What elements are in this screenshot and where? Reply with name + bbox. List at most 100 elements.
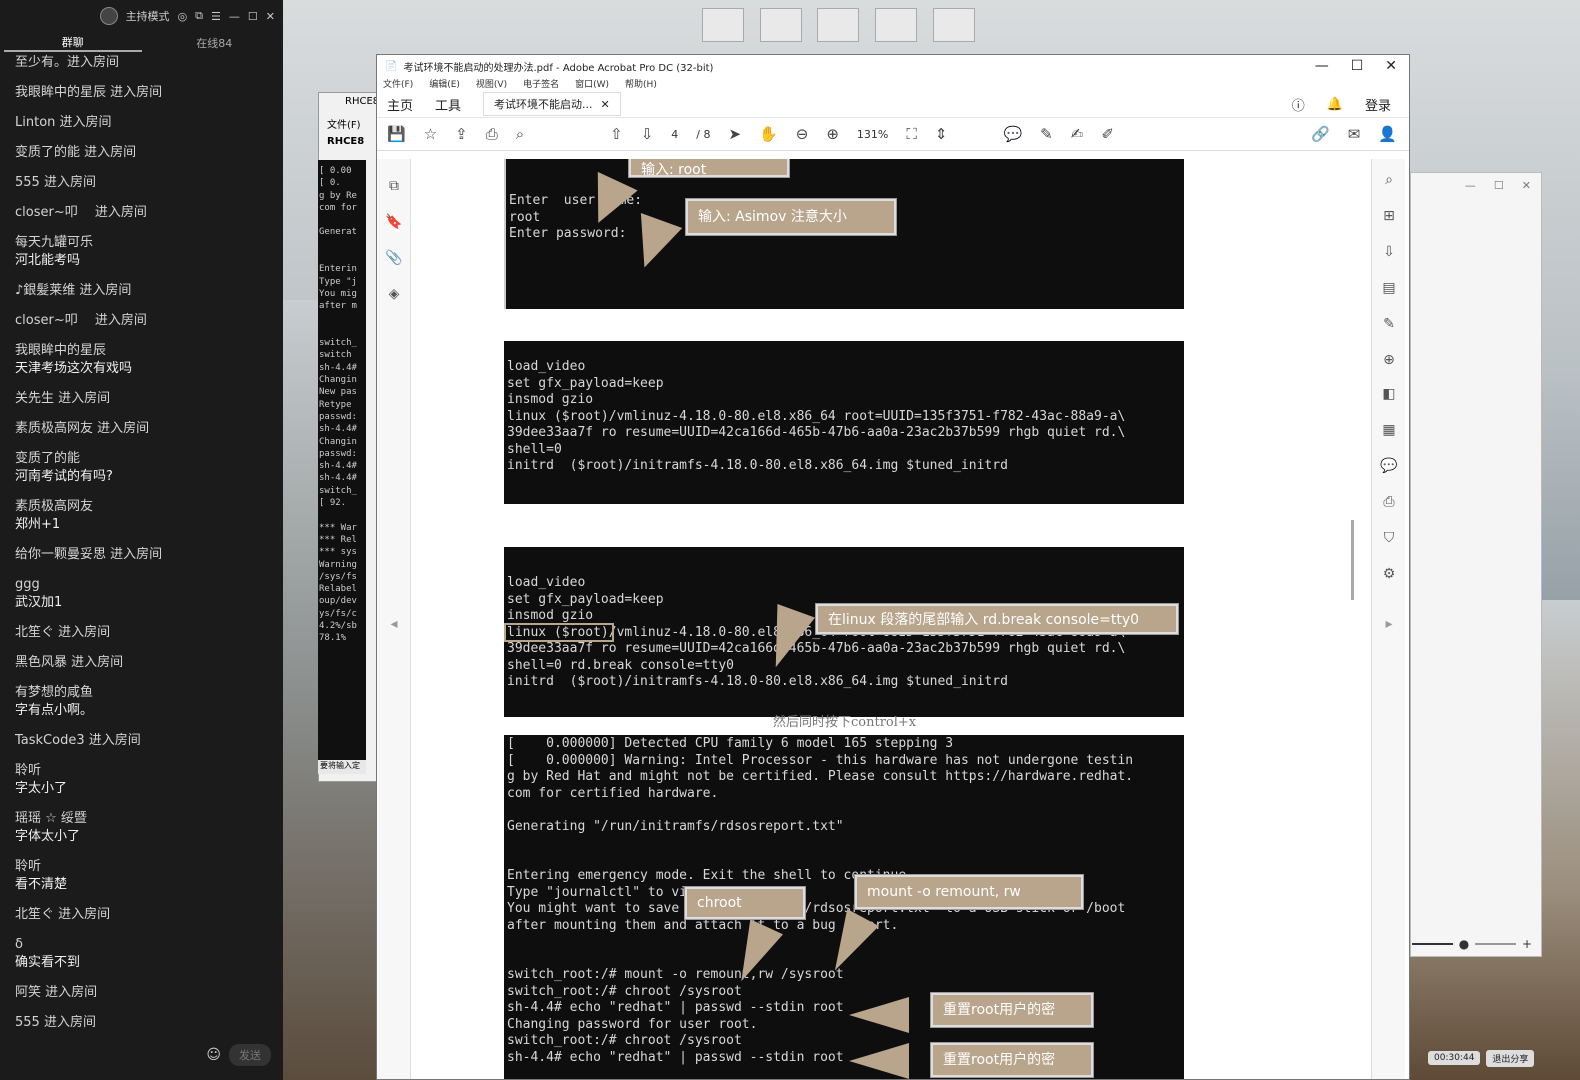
bell-icon[interactable]: 🔔 bbox=[1327, 97, 1343, 112]
zoom-in-icon[interactable]: + bbox=[1522, 937, 1532, 951]
pdf-document-view[interactable]: Enter user name: root Enter password: 输入… bbox=[411, 159, 1371, 1079]
external-link-icon[interactable]: ⧉ bbox=[195, 9, 203, 23]
menu-edit[interactable]: 编辑(E) bbox=[429, 77, 460, 91]
tab-home[interactable]: 主页 bbox=[387, 95, 413, 114]
terminal-line: [ 92. bbox=[319, 498, 347, 509]
collapse-left-icon[interactable]: ◂ bbox=[385, 615, 403, 633]
callout-input-asimov: 输入: Asimov 注意大小 bbox=[686, 199, 896, 235]
scan-icon[interactable]: ▦ bbox=[1380, 421, 1398, 439]
highlight-pen-icon[interactable]: ✎ bbox=[1040, 125, 1053, 143]
terminal-line: sh-4.4# bbox=[319, 362, 357, 373]
zoom-level-select[interactable]: 131% bbox=[857, 128, 888, 141]
email-icon[interactable]: ✉ bbox=[1348, 125, 1361, 143]
create-pdf-icon[interactable]: ⊞ bbox=[1380, 207, 1398, 225]
desktop-shortcut[interactable] bbox=[933, 8, 975, 42]
terminal-line: /sys/fs bbox=[319, 571, 357, 582]
print-icon[interactable]: ⎙ bbox=[486, 125, 498, 143]
page-number-input[interactable]: 4 bbox=[671, 128, 678, 141]
tab-document[interactable]: 考试环境不能启动... ✕ bbox=[483, 92, 621, 116]
more-tools-icon[interactable]: ⚙ bbox=[1380, 565, 1398, 583]
menu-esign[interactable]: 电子签名 bbox=[523, 77, 559, 91]
terminal-line: sh-4.4# bbox=[319, 424, 357, 435]
zoom-slider[interactable]: ● + bbox=[1412, 936, 1532, 952]
minimize-icon[interactable]: — bbox=[229, 10, 240, 23]
upload-icon[interactable]: ⇪ bbox=[455, 125, 468, 143]
menu-view[interactable]: 视图(V) bbox=[476, 77, 507, 91]
maximize-icon[interactable]: ☐ bbox=[248, 10, 258, 23]
tab-group-chat[interactable]: 群聊 bbox=[4, 34, 142, 52]
share-link-icon[interactable]: 🔗 bbox=[1311, 125, 1330, 143]
tab-tools[interactable]: 工具 bbox=[435, 95, 461, 114]
close-icon[interactable]: ✕ bbox=[1522, 179, 1531, 192]
exit-share-button[interactable]: 退出分享 bbox=[1486, 1049, 1535, 1067]
help-icon[interactable]: ⓘ bbox=[1292, 95, 1305, 114]
menu-help[interactable]: 帮助(H) bbox=[625, 77, 657, 91]
terminal-line: g by Re bbox=[319, 190, 357, 201]
desktop-shortcut[interactable] bbox=[817, 8, 859, 42]
chat-message: 每天九罐可乐 河北能考吗 bbox=[15, 234, 268, 270]
chat-message: 瑶瑶 ☆ 绥暨 字体太小了 bbox=[15, 810, 268, 846]
terminal-line: sh-4.4# bbox=[319, 461, 357, 472]
comment-icon[interactable]: 💬 bbox=[1003, 125, 1022, 143]
fit-page-icon[interactable]: ⛶ bbox=[906, 125, 917, 143]
export-pdf-icon[interactable]: ⇩ bbox=[1380, 243, 1398, 261]
menu-window[interactable]: 窗口(W) bbox=[575, 77, 609, 91]
layers-icon[interactable]: ◈ bbox=[385, 285, 403, 303]
sign-icon[interactable]: ✍ bbox=[1071, 125, 1084, 143]
terminal-line: Relabel bbox=[319, 584, 357, 595]
desktop-shortcut[interactable] bbox=[875, 8, 917, 42]
hand-tool-icon[interactable]: ✋ bbox=[759, 125, 778, 143]
collapse-right-icon[interactable]: ▸ bbox=[1380, 615, 1398, 633]
scroll-mode-icon[interactable]: ⇕ bbox=[935, 125, 948, 143]
print-production-icon[interactable]: ⎙ bbox=[1380, 493, 1398, 511]
protect-icon[interactable]: ⛉ bbox=[1380, 529, 1398, 547]
comment-icon[interactable]: 💬 bbox=[1380, 457, 1398, 475]
menu-icon[interactable]: ☰ bbox=[211, 10, 221, 23]
pages-icon[interactable]: ⧉ bbox=[385, 177, 403, 195]
chat-message: closer~叩 进入房间 bbox=[15, 312, 268, 330]
organize-pages-icon[interactable]: ▤ bbox=[1380, 279, 1398, 297]
desktop-shortcut[interactable] bbox=[702, 8, 744, 42]
chat-message: ggg 武汉加1 bbox=[15, 576, 268, 612]
chat-message: 给你一颗曼妥思 进入房间 bbox=[15, 546, 268, 564]
zoom-out-icon[interactable]: ⊖ bbox=[796, 125, 809, 143]
send-button[interactable]: 发送 bbox=[229, 1044, 271, 1066]
menu-file[interactable]: 文件(F) bbox=[383, 77, 413, 91]
terminal-line: 4.2%/sb bbox=[319, 620, 357, 631]
save-icon[interactable]: 💾 bbox=[387, 125, 406, 143]
share-timer: 00:30:44 bbox=[1428, 1051, 1481, 1065]
close-icon[interactable]: ✕ bbox=[266, 10, 275, 23]
terminal-line: *** War bbox=[319, 522, 357, 533]
maximize-icon[interactable]: ☐ bbox=[1351, 58, 1364, 74]
select-cursor-icon[interactable]: ➤ bbox=[729, 125, 742, 143]
attachment-icon[interactable]: 📎 bbox=[385, 249, 403, 267]
minimize-icon[interactable]: — bbox=[1315, 58, 1329, 74]
search-icon[interactable]: ⌕ bbox=[1380, 171, 1398, 189]
scrollbar-thumb[interactable] bbox=[1351, 520, 1354, 600]
background-window[interactable]: — ☐ ✕ bbox=[1410, 172, 1542, 957]
minimize-icon[interactable]: — bbox=[1465, 179, 1476, 192]
emoji-icon[interactable]: ☺ bbox=[206, 1047, 221, 1063]
terminal-line: passwd: bbox=[319, 448, 357, 459]
bookmarks-icon[interactable]: 🔖 bbox=[385, 213, 403, 231]
redact-icon[interactable]: ✐ bbox=[1101, 125, 1114, 143]
chat-message-text: 郑州+1 bbox=[15, 517, 61, 532]
chat-message: 素质极高网友 郑州+1 bbox=[15, 498, 268, 534]
maximize-icon[interactable]: ☐ bbox=[1494, 179, 1504, 192]
terminal-line: *** Rel bbox=[319, 534, 357, 545]
bookmark-star-icon[interactable]: ☆ bbox=[424, 125, 437, 143]
settings-icon[interactable]: ◎ bbox=[178, 10, 188, 23]
zoom-in-icon[interactable]: ⊕ bbox=[826, 125, 839, 143]
compare-icon[interactable]: ◧ bbox=[1380, 385, 1398, 403]
add-user-icon[interactable]: 👤 bbox=[1378, 125, 1409, 143]
desktop-shortcut[interactable] bbox=[760, 8, 802, 42]
page-up-icon[interactable]: ⇧ bbox=[610, 125, 623, 143]
combine-files-icon[interactable]: ⊕ bbox=[1380, 351, 1398, 369]
close-tab-icon[interactable]: ✕ bbox=[601, 98, 610, 111]
tab-online[interactable]: 在线84 bbox=[146, 35, 284, 51]
page-down-icon[interactable]: ⇩ bbox=[641, 125, 654, 143]
login-button[interactable]: 登录 bbox=[1365, 95, 1391, 114]
close-icon[interactable]: ✕ bbox=[1385, 58, 1397, 74]
edit-pdf-icon[interactable]: ✎ bbox=[1380, 315, 1398, 333]
search-icon[interactable]: ⌕ bbox=[516, 125, 524, 143]
